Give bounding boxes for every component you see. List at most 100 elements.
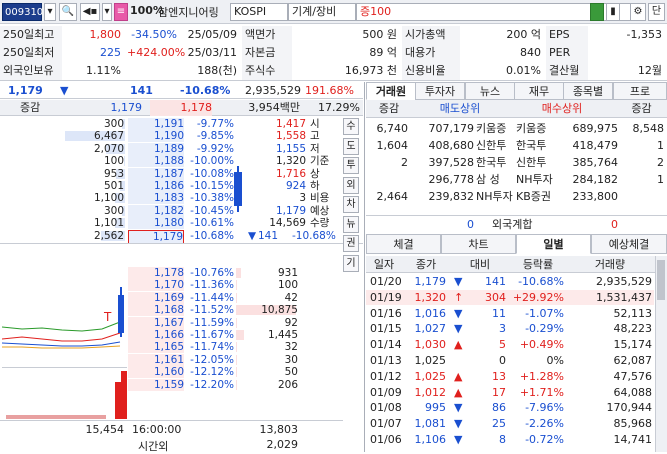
daily-row[interactable]: 01/131,02500%62,087 bbox=[366, 353, 654, 368]
info-cell: 25/05/09 bbox=[182, 26, 240, 44]
bid-price[interactable]: 1,170 bbox=[128, 279, 184, 291]
broker-buy-name[interactable]: 신한투 bbox=[516, 154, 556, 171]
scrollbar-thumb[interactable] bbox=[657, 260, 665, 300]
broker-tab-2[interactable]: 뉴스 bbox=[465, 82, 515, 100]
ask-price[interactable]: 1,188 bbox=[128, 155, 184, 167]
broker-buy-name[interactable]: 한국투 bbox=[516, 137, 556, 154]
ask-price[interactable]: 1,183 bbox=[128, 192, 184, 204]
broker-tab-1[interactable]: 투자자 bbox=[415, 82, 465, 100]
daily-rate: 0% bbox=[510, 353, 564, 368]
ask-qty[interactable]: 953 bbox=[58, 168, 124, 180]
side-button-2[interactable]: 투 bbox=[343, 157, 359, 174]
ask-qty[interactable]: 2,070 bbox=[58, 143, 124, 155]
bid-price[interactable]: 1,169 bbox=[128, 292, 184, 304]
broker-buy-name[interactable]: 키움증 bbox=[516, 120, 556, 137]
daily-row[interactable]: 01/191,320↑304+29.92%1,531,437 bbox=[366, 290, 654, 305]
ask-price[interactable]: 1,189 bbox=[128, 143, 184, 155]
daily-tab-2[interactable]: 일별 bbox=[516, 234, 591, 254]
daily-row[interactable]: 01/141,030▲5+0.49%15,174 bbox=[366, 337, 654, 352]
broker-buy-name[interactable]: NH투자 bbox=[516, 171, 556, 188]
ask-qty[interactable]: 300 bbox=[58, 205, 124, 217]
ask-price[interactable]: 1,187 bbox=[128, 168, 184, 180]
broker-tab-0[interactable]: 거래원 bbox=[366, 82, 416, 100]
broker-sell-qty: 408,680 bbox=[410, 137, 474, 154]
stat-row: 1,716상 bbox=[240, 168, 340, 180]
ask-price[interactable]: 1,191 bbox=[128, 118, 184, 130]
broker-tab-3[interactable]: 재무 bbox=[514, 82, 564, 100]
side-button-7[interactable]: 기 bbox=[343, 255, 359, 272]
ask-price[interactable]: 1,179 bbox=[128, 230, 184, 244]
broker-sell-name[interactable]: 삼 성 bbox=[476, 171, 516, 188]
side-button-1[interactable]: 도 bbox=[343, 138, 359, 155]
daily-tab-bar: 체결차트일별예상체결 bbox=[366, 234, 667, 254]
bid-price[interactable]: 1,160 bbox=[128, 366, 184, 378]
bid-price[interactable]: 1,159 bbox=[128, 379, 184, 391]
daily-row[interactable]: 01/091,012▲17+1.71%64,088 bbox=[366, 385, 654, 400]
bid-qty[interactable]: 100 bbox=[234, 279, 298, 291]
bid-qty[interactable]: 32 bbox=[234, 341, 298, 353]
volume-rate: 191.68% bbox=[305, 82, 354, 99]
broker-sell-name[interactable]: NH투자 bbox=[476, 188, 516, 205]
bid-price[interactable]: 1,167 bbox=[128, 317, 184, 329]
chart-toggle-icon[interactable]: ≡ bbox=[114, 3, 128, 21]
daily-date: 01/07 bbox=[370, 416, 402, 431]
daily-row[interactable]: 01/161,016▼11-1.07%52,113 bbox=[366, 306, 654, 321]
ask-qty[interactable]: 2,562 bbox=[58, 230, 124, 242]
side-button-3[interactable]: 외 bbox=[343, 177, 359, 194]
bid-qty[interactable]: 206 bbox=[234, 379, 298, 391]
bid-price[interactable]: 1,178 bbox=[128, 267, 184, 279]
bid-qty[interactable]: 42 bbox=[234, 292, 298, 304]
ask-qty[interactable]: 6,467 bbox=[58, 130, 124, 142]
bid-price[interactable]: 1,161 bbox=[128, 354, 184, 366]
ask-price[interactable]: 1,180 bbox=[128, 217, 184, 229]
broker-buy-name[interactable]: KB증권 bbox=[516, 188, 556, 205]
bid-qty[interactable]: 50 bbox=[234, 366, 298, 378]
ask-price[interactable]: 1,182 bbox=[128, 205, 184, 217]
chart-icon[interactable]: ▮ bbox=[606, 3, 620, 21]
bid-qty[interactable]: 92 bbox=[234, 317, 298, 329]
side-button-4[interactable]: 차 bbox=[343, 196, 359, 213]
daily-row[interactable]: 01/201,179▼141-10.68%2,935,529 bbox=[366, 274, 654, 289]
gear-icon[interactable]: ⚙ bbox=[630, 3, 646, 21]
ask-qty[interactable]: 300 bbox=[58, 118, 124, 130]
bid-qty[interactable]: 1,445 bbox=[234, 329, 298, 341]
memo-icon[interactable] bbox=[590, 3, 604, 21]
side-button-6[interactable]: 권 bbox=[343, 235, 359, 252]
bid-price[interactable]: 1,165 bbox=[128, 341, 184, 353]
speaker-icon[interactable]: ◀▪ bbox=[80, 3, 100, 21]
bid-qty[interactable]: 931 bbox=[234, 267, 298, 279]
daily-row[interactable]: 01/08995▼86-7.96%170,944 bbox=[366, 400, 654, 415]
daily-row[interactable]: 01/061,106▼8-0.72%14,741 bbox=[366, 432, 654, 447]
bid-price[interactable]: 1,166 bbox=[128, 329, 184, 341]
ask-qty[interactable]: 1,101 bbox=[58, 217, 124, 229]
broker-sell-name[interactable]: 신한투 bbox=[476, 137, 516, 154]
broker-sell-name[interactable]: 한국투 bbox=[476, 154, 516, 171]
ask-price[interactable]: 1,186 bbox=[128, 180, 184, 192]
daily-row[interactable]: 01/151,027▼3-0.29%48,223 bbox=[366, 321, 654, 336]
side-button-5[interactable]: 뉴 bbox=[343, 216, 359, 233]
ask-price[interactable]: 1,190 bbox=[128, 130, 184, 142]
daily-rate: -7.96% bbox=[510, 400, 564, 415]
single-button[interactable]: 단 bbox=[648, 3, 665, 21]
daily-tab-3[interactable]: 예상체결 bbox=[591, 234, 667, 254]
daily-tab-1[interactable]: 차트 bbox=[441, 234, 516, 254]
info-cell: 840 bbox=[460, 44, 544, 62]
broker-tab-5[interactable]: 프로 bbox=[613, 82, 667, 100]
daily-row[interactable]: 01/121,025▲13+1.28%47,576 bbox=[366, 369, 654, 384]
bid-price[interactable]: 1,168 bbox=[128, 304, 184, 316]
broker-sell-name[interactable]: 키움증 bbox=[476, 120, 516, 137]
ask-qty[interactable]: 1,100 bbox=[58, 192, 124, 204]
bid-qty[interactable]: 30 bbox=[234, 354, 298, 366]
current-price: 1,179 bbox=[8, 82, 43, 99]
dropdown-icon-2[interactable]: ▾ bbox=[102, 3, 112, 21]
ask-qty[interactable]: 100 bbox=[58, 155, 124, 167]
daily-tab-0[interactable]: 체결 bbox=[366, 234, 441, 254]
ask-qty[interactable]: 501 bbox=[58, 180, 124, 192]
broker-tab-4[interactable]: 종목별 bbox=[563, 82, 613, 100]
side-button-0[interactable]: 수 bbox=[343, 118, 359, 135]
dropdown-icon[interactable]: ▾ bbox=[44, 3, 56, 21]
stock-code-input[interactable]: 009310 bbox=[2, 3, 42, 21]
daily-row[interactable]: 01/071,081▼25-2.26%85,968 bbox=[366, 416, 654, 431]
search-icon[interactable]: 🔍 bbox=[59, 3, 77, 21]
bid-qty[interactable]: 10,875 bbox=[234, 304, 298, 316]
